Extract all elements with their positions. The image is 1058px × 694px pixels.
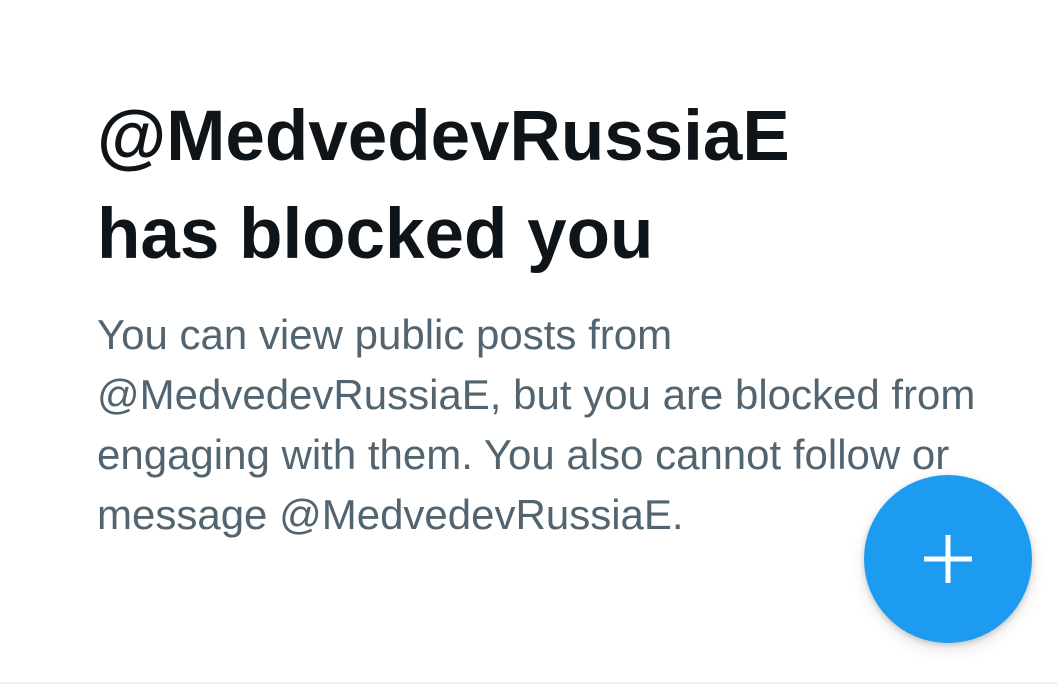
blocked-headline-status: has blocked you bbox=[97, 195, 654, 274]
bottom-divider bbox=[0, 682, 1058, 684]
blocked-headline: @MedvedevRussiaE has blocked you bbox=[97, 88, 997, 284]
blocked-notice: @MedvedevRussiaE has blocked you You can… bbox=[97, 88, 997, 545]
plus-icon bbox=[924, 535, 972, 583]
blocked-description: You can view public posts from @Medvedev… bbox=[97, 311, 976, 538]
compose-post-button[interactable] bbox=[864, 475, 1032, 643]
blocked-headline-handle: @MedvedevRussiaE bbox=[97, 97, 790, 176]
